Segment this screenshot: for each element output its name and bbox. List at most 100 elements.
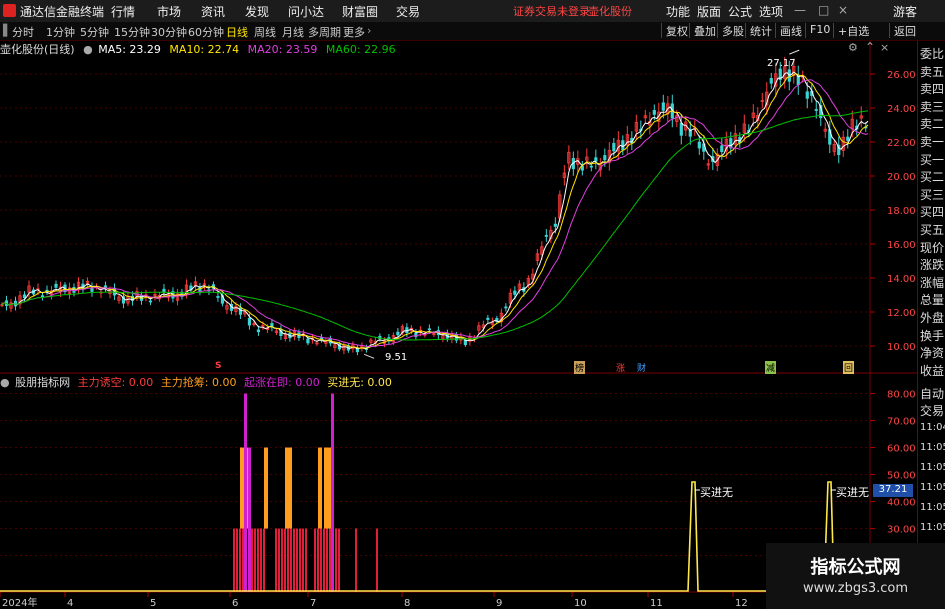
candle-body <box>661 102 665 111</box>
menu-gongneng[interactable]: 功能 <box>666 3 690 20</box>
indicator-bar-red <box>281 528 283 592</box>
tf-weekly[interactable]: 周线 <box>254 24 276 40</box>
tf-30min[interactable]: 30分钟 <box>151 24 187 40</box>
btn-diejia[interactable]: 叠加 <box>689 23 716 38</box>
btn-fanhui[interactable]: 返回 <box>889 23 916 38</box>
sidebar-label[interactable]: 卖四 <box>920 80 944 97</box>
user-guest[interactable]: 游客 <box>893 3 917 20</box>
sidebar-label[interactable]: 卖五 <box>920 63 944 80</box>
indicator-bar-red <box>242 528 244 592</box>
sidebar-label[interactable]: 买三 <box>920 186 944 203</box>
indicator-bar-magenta <box>248 447 251 592</box>
period-toolbar: ▌ 分时 1分钟 5分钟 15分钟 30分钟 60分钟 日线 周线 月线 多周期… <box>0 22 945 41</box>
btn-duogu[interactable]: 多股 <box>717 23 744 38</box>
price-tick-label: 26.00 <box>887 70 916 81</box>
event-chip-bang[interactable]: 榜 <box>574 361 586 374</box>
price-tick-label: 14.00 <box>887 274 916 285</box>
btn-f10[interactable]: F10 <box>805 23 830 38</box>
collapse-icon[interactable]: ▌ <box>3 24 11 37</box>
btn-huaxian[interactable]: 画线 <box>775 23 802 38</box>
candle-body <box>679 122 683 136</box>
sidebar-label[interactable]: 买五 <box>920 221 944 238</box>
menu-faxian[interactable]: 发现 <box>245 3 269 20</box>
sidebar-label[interactable]: 外盘 <box>920 309 944 326</box>
login-warning[interactable]: 证券交易未登录 <box>513 3 590 19</box>
maximize-icon[interactable]: □ <box>818 3 829 17</box>
menu-banmian[interactable]: 版面 <box>697 3 721 20</box>
tf-1min[interactable]: 1分钟 <box>46 24 75 40</box>
indicator-bar-red <box>338 528 340 592</box>
price-tick-label: 10.00 <box>887 342 916 353</box>
indicator-bar-red <box>335 528 337 592</box>
menu-caifuquan[interactable]: 财富圈 <box>342 3 378 20</box>
candle-body <box>846 136 850 141</box>
sidebar-label[interactable]: 买一 <box>920 151 944 168</box>
chevron-right-icon[interactable]: › <box>367 24 371 37</box>
ma20-value: MA20: 23.59 <box>247 43 318 56</box>
tf-fenshi[interactable]: 分时 <box>12 24 34 40</box>
price-tick-label: 12.00 <box>887 308 916 319</box>
tf-daily[interactable]: 日线 <box>226 24 248 40</box>
sidebar-auto-trade[interactable]: 交易 <box>920 402 944 419</box>
sidebar-label[interactable]: 涨跌 <box>920 256 944 273</box>
candle-body <box>247 317 252 326</box>
menu-gongshi[interactable]: 公式 <box>728 3 752 20</box>
indicator-bar-orange <box>288 447 292 529</box>
indicator-toggle-icon[interactable]: ● <box>83 43 93 56</box>
tf-monthly[interactable]: 月线 <box>282 24 304 40</box>
panel-close-icon[interactable]: × <box>880 41 889 54</box>
settings-gear-icon[interactable]: ⚙ <box>848 41 858 54</box>
indicator-bar-red <box>317 528 319 592</box>
event-chip-hui[interactable]: 回 <box>843 361 855 374</box>
sidebar-label[interactable]: 卖二 <box>920 115 944 132</box>
indicator-bar-magenta <box>244 393 247 592</box>
panel-up-icon[interactable]: ⌃ <box>865 40 875 54</box>
price-tick-label: 18.00 <box>887 206 916 217</box>
sidebar-label[interactable]: 买二 <box>920 168 944 185</box>
menu-wenxiaoda[interactable]: 问小达 <box>288 3 324 20</box>
sidebar-trade-time: 11:04 <box>920 422 945 433</box>
btn-zixuan[interactable]: +自选 <box>833 23 869 38</box>
menu-shichang[interactable]: 市场 <box>157 3 181 20</box>
tf-multi[interactable]: 多周期 <box>308 24 341 40</box>
tf-5min[interactable]: 5分钟 <box>80 24 109 40</box>
sidebar-label[interactable]: 换手 <box>920 327 944 344</box>
candle-body <box>697 141 701 149</box>
event-chip-jian[interactable]: 减 <box>765 361 777 374</box>
menu-hangqing[interactable]: 行情 <box>111 3 135 20</box>
indicator-line2: 主力抢筹: 0.00 <box>160 376 237 389</box>
menu-jiaoyi[interactable]: 交易 <box>396 3 420 20</box>
tf-15min[interactable]: 15分钟 <box>114 24 150 40</box>
sidebar-label[interactable]: 卖三 <box>920 98 944 115</box>
sidebar-label[interactable]: 卖一 <box>920 133 944 150</box>
candle-body <box>769 78 773 84</box>
indicator-bar-red <box>278 528 280 592</box>
sidebar-label[interactable]: 涨幅 <box>920 274 944 291</box>
sidebar-label[interactable]: 收益 <box>920 362 944 379</box>
close-icon[interactable]: × <box>838 3 848 17</box>
sidebar-label[interactable]: 总量 <box>920 291 944 308</box>
minimize-icon[interactable]: — <box>794 3 806 17</box>
price-axis: 26.00 24.00 22.00 20.00 18.00 16.00 14.00 12.00… <box>870 70 916 353</box>
indicator-collapse-icon[interactable]: ● <box>0 376 10 389</box>
chart-canvas[interactable]: 26.00 24.00 22.00 20.00 18.00 16.00 14.00 12.00… <box>0 0 945 609</box>
event-chip-s[interactable]: S <box>214 361 222 371</box>
indicator-bar-red <box>314 528 316 592</box>
indicator-bar-red <box>290 528 292 592</box>
event-chip-zhang[interactable]: 涨 <box>615 361 626 374</box>
btn-tongji[interactable]: 统计 <box>745 23 772 38</box>
menu-zixun[interactable]: 资讯 <box>201 3 225 20</box>
sidebar-label[interactable]: 买四 <box>920 203 944 220</box>
sidebar-label[interactable]: 净资 <box>920 344 944 361</box>
event-chip-cai[interactable]: 财 <box>636 361 647 374</box>
tf-60min[interactable]: 60分钟 <box>188 24 224 40</box>
sidebar-label[interactable]: 现价 <box>920 239 944 256</box>
menu-xuanxiang[interactable]: 选项 <box>759 3 783 20</box>
indicator-bar-red <box>284 528 286 592</box>
indicator-bar-orange <box>327 447 331 529</box>
btn-fuquan[interactable]: 复权 <box>661 23 688 38</box>
tf-more[interactable]: 更多 <box>343 24 365 40</box>
sidebar-label[interactable]: 委比 <box>920 45 944 62</box>
indicator-name: 股朋指标网 <box>15 376 71 389</box>
sidebar-auto-trade[interactable]: 自动 <box>920 385 944 402</box>
